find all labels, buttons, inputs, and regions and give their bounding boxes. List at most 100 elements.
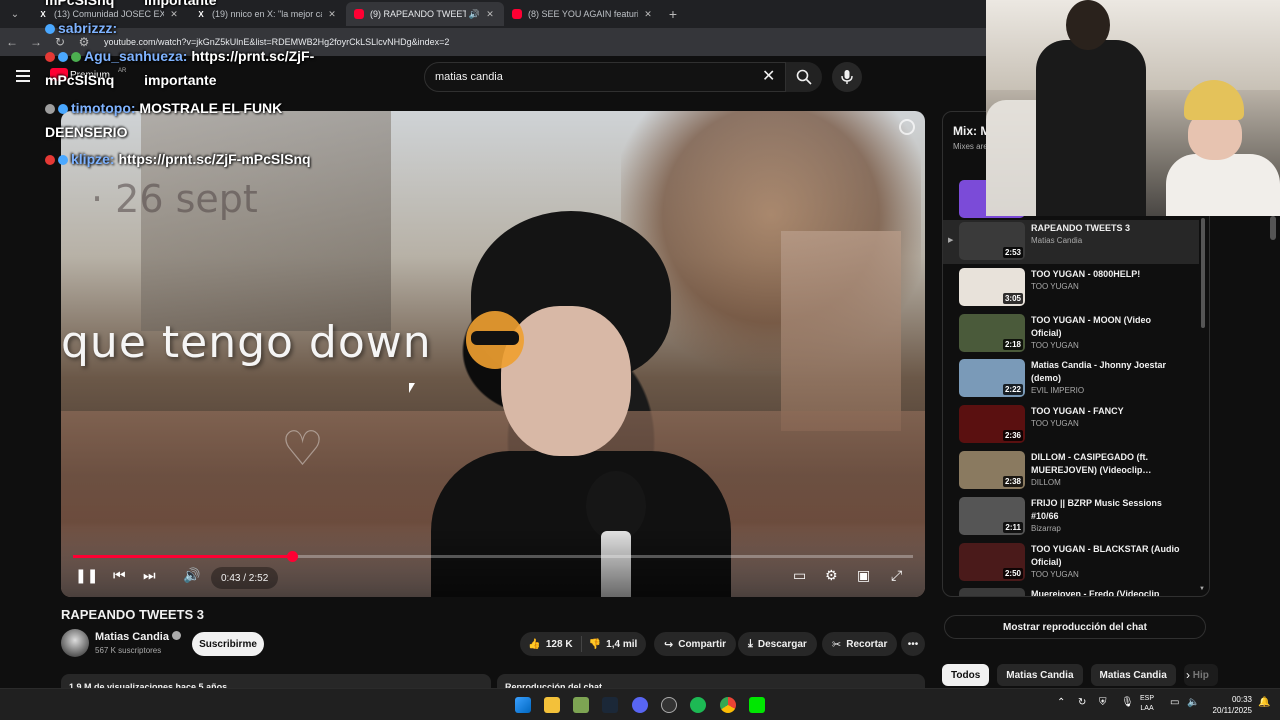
settings-gear-icon[interactable]: ⚙ [825, 567, 838, 584]
playlist-item[interactable]: 2:11 FRIJO || BZRP Music Sessions #10/66 B… [943, 495, 1199, 539]
tray-expand-icon[interactable]: ⌃ [1057, 697, 1065, 708]
scissors-icon: ✂ [832, 638, 842, 651]
tab-close-icon[interactable]: ✕ [642, 9, 654, 20]
video-thumbnail: 2:53 [959, 222, 1025, 260]
video-thumbnail: 2:36 [959, 405, 1025, 444]
browser-tab-active[interactable]: (9) RAPEANDO TWEETS 3 - 🔊 ✕ [346, 2, 504, 26]
progress-bar[interactable] [73, 551, 913, 562]
playlist-item-channel: TOO YUGAN [1031, 340, 1079, 350]
playlist-item[interactable]: 3:05 TOO YUGAN - 0800HELP! TOO YUGAN [943, 266, 1199, 310]
tray-volume-icon[interactable]: 🔈 [1187, 697, 1199, 708]
browser-tab[interactable]: (8) SEE YOU AGAIN featuring K ✕ [504, 2, 662, 26]
webcam-overlay [986, 0, 1280, 216]
channel-avatar[interactable] [61, 629, 89, 657]
fullscreen-icon[interactable]: ⤢ [891, 567, 902, 584]
download-button[interactable]: ⤓ Descargar [738, 632, 817, 656]
kick-icon[interactable] [749, 697, 765, 713]
subscriber-count: 567 K suscriptores [95, 646, 162, 655]
playlist-item[interactable]: 2:50 TOO YUGAN - BLACKSTAR (Audio Oficial… [943, 541, 1199, 585]
mouse-cursor-icon [409, 383, 415, 393]
chip-matias-candia[interactable]: Matias Candia [1090, 664, 1176, 686]
dislike-button[interactable]: 👎 1,4 mil [582, 639, 644, 650]
playlist-item-title: Matias Candia - Jhonny Joestar (demo) [1031, 360, 1167, 384]
next-icon[interactable]: ⏭ [143, 567, 156, 584]
tab-close-icon[interactable]: ✕ [326, 9, 338, 20]
playlist-item[interactable]: 2:36 TOO YUGAN - FANCY TOO YUGAN [943, 403, 1199, 447]
system-clock[interactable]: 00:33 20/11/2025 [1208, 694, 1252, 716]
input-language[interactable]: ESP LAA [1140, 694, 1154, 714]
playlist-item[interactable]: 2:18 TOO YUGAN - MOON (Video Oficial) TOO … [943, 312, 1199, 356]
scroll-down-arrow-icon[interactable]: ▼ [1199, 586, 1205, 592]
tray-security-icon[interactable]: ⛨ [1099, 697, 1107, 708]
tab-search-menu-icon[interactable]: ⌄ [4, 4, 26, 24]
chip-matias-candia[interactable]: Matias Candia [997, 664, 1083, 686]
tray-network-icon[interactable]: ▭ [1170, 697, 1179, 708]
video-thumbnail: 2:22 [959, 359, 1025, 398]
clip-button[interactable]: ✂ Recortar [822, 632, 898, 656]
clear-search-icon[interactable]: ✕ [762, 66, 775, 86]
duration-badge: 2:50 [1002, 567, 1023, 579]
notification-icon[interactable]: 🔔 [1258, 697, 1270, 708]
playlist-item-channel: DILLOM [1031, 478, 1061, 487]
volume-icon[interactable]: 🔊 [183, 567, 200, 584]
spotify-icon[interactable] [690, 697, 706, 713]
app-icon[interactable] [661, 697, 677, 713]
playlist-item[interactable]: 2:22 Matias Candia - Jhonny Joestar (demo… [943, 357, 1199, 401]
playlist-item[interactable]: 2:38 DILLOM - CASIPEGADO (ft. MUEREJOVEN)… [943, 449, 1199, 493]
reload-icon[interactable]: ↻ [48, 35, 72, 49]
chrome-icon[interactable] [720, 697, 736, 713]
forward-arrow-icon[interactable]: → [24, 35, 48, 49]
tab-title: (13) Comunidad JOSEC EXCLUS [54, 9, 164, 19]
page-scrollbar[interactable] [1270, 216, 1276, 240]
share-button[interactable]: ↪ Compartir [654, 632, 737, 656]
playlist-item-title: TOO YUGAN - FANCY [1031, 406, 1124, 417]
channel-name[interactable]: Matias Candia [95, 631, 181, 643]
playlist-item[interactable]: Muerejoven - Fredo (Videoclip [943, 586, 1199, 596]
menu-icon[interactable] [16, 70, 30, 85]
time-display: 0:43 / 2:52 [211, 567, 279, 589]
subscribe-button[interactable]: Suscribirme [192, 632, 264, 656]
steam-icon[interactable] [602, 697, 618, 713]
youtube-icon [512, 9, 522, 19]
tab-close-icon[interactable]: ✕ [484, 9, 496, 20]
playlist-scrollbar[interactable] [1201, 218, 1205, 328]
badge-icon [45, 104, 55, 114]
tab-title: (8) SEE YOU AGAIN featuring K [528, 9, 638, 19]
previous-icon[interactable]: ⏮ [113, 567, 126, 584]
video-title: RAPEANDO TWEETS 3 [61, 607, 205, 622]
playlist-item-current[interactable]: ▶ 2:53 RAPEANDO TWEETS 3 Matias Candia [943, 220, 1199, 264]
badge-icon [58, 155, 68, 165]
pause-icon[interactable]: ❚❚ [75, 567, 98, 584]
tray-sync-icon[interactable]: ↻ [1078, 697, 1086, 708]
back-arrow-icon[interactable]: ← [0, 35, 24, 49]
show-chat-replay-button[interactable]: Mostrar reproducción del chat [944, 615, 1206, 639]
windows-start-icon[interactable] [515, 697, 531, 713]
video-player[interactable]: · 26 sept que tengo down ♡ ❚❚ ⏮ ⏭ 🔊 0:43… [61, 111, 925, 597]
more-actions-icon[interactable]: ••• [901, 632, 925, 656]
discord-icon[interactable] [632, 697, 648, 713]
new-tab-button[interactable]: + [662, 6, 684, 22]
tray-mic-icon[interactable]: 🎙 [1121, 697, 1134, 708]
chat-message: DEENSERIO [45, 124, 128, 140]
spreadsheet-app-icon[interactable] [573, 697, 589, 713]
search-icon [796, 69, 812, 85]
site-info-icon[interactable]: ⚙ [72, 35, 96, 49]
video-thumbnail: 2:50 [959, 542, 1025, 581]
search-input[interactable]: matias candia [424, 62, 786, 92]
voice-search-button[interactable] [832, 62, 862, 92]
subtitles-icon[interactable]: ▭ [793, 567, 806, 584]
speaker-icon[interactable]: 🔊 [469, 9, 480, 20]
url-field[interactable]: youtube.com/watch?v=jkGnZ5kUlnE&list=RDE… [104, 37, 449, 47]
tab-close-icon[interactable]: ✕ [168, 9, 180, 20]
like-button[interactable]: 👍 128 K [520, 636, 582, 652]
chat-message: mPcSlSnq importante [45, 72, 217, 88]
duration-badge: 2:11 [1003, 521, 1023, 533]
badge-icon [45, 24, 55, 34]
search-button[interactable] [786, 62, 822, 92]
chevron-right-icon[interactable]: › [1186, 668, 1190, 682]
duration-badge: 2:36 [1002, 430, 1023, 442]
chip-all[interactable]: Todos [942, 664, 990, 686]
miniplayer-icon[interactable]: ▣ [857, 567, 870, 584]
file-explorer-icon[interactable] [544, 697, 560, 713]
now-playing-icon: ▶ [948, 237, 954, 244]
